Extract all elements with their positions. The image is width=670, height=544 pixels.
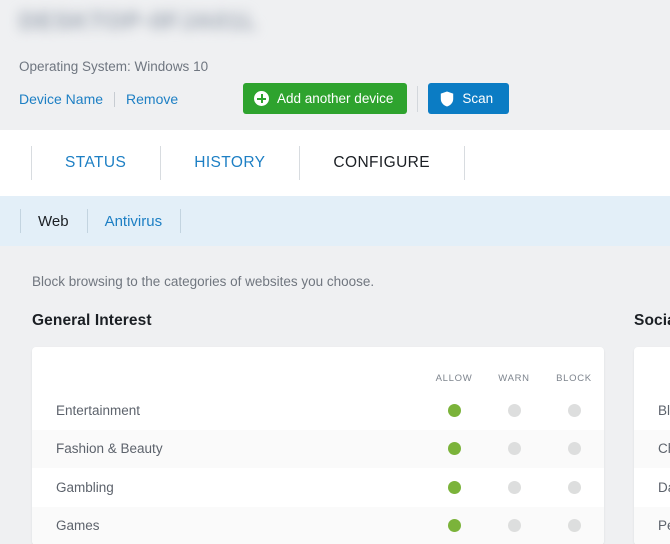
- sub-tabs: Web Antivirus: [0, 196, 670, 246]
- plus-circle-icon: [254, 91, 269, 106]
- radio-block[interactable]: [544, 442, 604, 456]
- radio-warn[interactable]: [484, 480, 544, 494]
- radio-selected-icon: [447, 403, 461, 417]
- subtab-antivirus[interactable]: Antivirus: [86, 196, 181, 246]
- radio-warn[interactable]: [484, 442, 544, 456]
- tab-configure-label: CONFIGURE: [333, 154, 430, 171]
- radio-unselected-icon: [567, 442, 581, 456]
- tab-status-label: STATUS: [65, 154, 127, 171]
- sub-tab-bar: Web Antivirus: [0, 196, 670, 246]
- category-row: Gambling: [32, 468, 604, 507]
- subtab-web-label: Web: [38, 212, 69, 230]
- category-card-header: ALLOWWARNBLOCK: [634, 347, 670, 391]
- radio-allow[interactable]: [424, 403, 484, 417]
- category-row: Dating: [634, 468, 670, 507]
- link-divider: [114, 91, 116, 107]
- add-another-device-button[interactable]: Add another device: [243, 83, 408, 114]
- primary-tabs: STATUS HISTORY CONFIGURE: [0, 130, 670, 201]
- intro-text: Block browsing to the categories of webs…: [32, 274, 375, 289]
- radio-selected-icon: [447, 519, 461, 533]
- category-group-title: Social: [634, 312, 670, 329]
- shield-icon: [441, 91, 454, 106]
- subtab-end-divider: [180, 196, 182, 246]
- category-group: Social ALLOWWARNBLOCK Blogs Chat Dating Perso…: [634, 312, 670, 544]
- radio-unselected-icon: [567, 519, 581, 533]
- category-group-grid: General Interest ALLOW WARN BLOCK Entertainm…: [32, 312, 670, 544]
- radio-unselected-icon: [567, 480, 581, 494]
- radio-warn[interactable]: [484, 403, 544, 417]
- button-divider: [417, 85, 419, 112]
- radio-warn[interactable]: [484, 519, 544, 533]
- category-row-label: Dating: [658, 479, 670, 495]
- radio-block[interactable]: [544, 519, 604, 533]
- category-row-label: Gambling: [56, 479, 114, 495]
- radio-selected-icon: [447, 442, 461, 456]
- column-header-allow: ALLOW: [435, 373, 473, 384]
- tab-history-label: HISTORY: [194, 154, 266, 171]
- category-row: Personals: [634, 506, 670, 544]
- category-row: Chat: [634, 429, 670, 468]
- category-card: ALLOWWARNBLOCK Blogs Chat Dating Personals: [634, 347, 670, 544]
- category-group-title: General Interest: [32, 312, 152, 329]
- radio-block[interactable]: [544, 480, 604, 494]
- configure-web-content: Block browsing to the categories of webs…: [0, 246, 670, 544]
- category-row-label: Games: [56, 518, 100, 534]
- radio-unselected-icon: [507, 403, 521, 417]
- category-row: Entertainment: [32, 391, 604, 430]
- category-card: ALLOW WARN BLOCK Entertainment Fashion & Bea…: [32, 347, 604, 544]
- radio-unselected-icon: [507, 519, 521, 533]
- radio-unselected-icon: [507, 480, 521, 494]
- device-action-links: Device Name Remove: [19, 89, 178, 109]
- subtab-web[interactable]: Web: [20, 196, 87, 246]
- category-card-header: ALLOW WARN BLOCK: [32, 347, 604, 391]
- primary-tab-bar: STATUS HISTORY CONFIGURE: [0, 130, 670, 201]
- category-row-label: Entertainment: [56, 402, 141, 418]
- add-another-device-label: Add another device: [277, 91, 394, 106]
- category-row-label: Fashion & Beauty: [56, 441, 163, 457]
- radio-allow[interactable]: [424, 519, 484, 533]
- subtab-antivirus-label: Antivirus: [104, 212, 163, 230]
- device-name-link[interactable]: Device Name: [19, 91, 103, 107]
- device-name-title: DESKTOP-0FJA01L: [19, 8, 258, 35]
- category-row: Fashion & Beauty: [32, 429, 604, 468]
- column-header-block: BLOCK: [556, 373, 592, 384]
- tab-end-divider: [464, 130, 465, 196]
- device-header: DESKTOP-0FJA01L Operating System: Window…: [0, 0, 670, 130]
- tab-status[interactable]: STATUS: [31, 130, 160, 196]
- radio-selected-icon: [447, 480, 461, 494]
- category-group: General Interest ALLOW WARN BLOCK Entertainm…: [32, 312, 604, 544]
- category-row: Games: [32, 506, 604, 544]
- scan-label: Scan: [462, 91, 494, 106]
- category-row-label: Chat: [658, 441, 670, 457]
- tab-configure[interactable]: CONFIGURE: [299, 130, 464, 201]
- radio-block[interactable]: [544, 403, 604, 417]
- category-row-label: Personals: [658, 518, 670, 534]
- column-header-warn: WARN: [498, 373, 530, 384]
- scan-button[interactable]: Scan: [428, 83, 510, 114]
- remove-link[interactable]: Remove: [126, 91, 178, 107]
- device-button-row: Add another device Scan: [243, 83, 510, 114]
- tab-history[interactable]: HISTORY: [160, 130, 299, 196]
- radio-allow[interactable]: [424, 480, 484, 494]
- radio-unselected-icon: [567, 403, 581, 417]
- radio-allow[interactable]: [424, 442, 484, 456]
- category-row: Blogs: [634, 391, 670, 430]
- category-row-label: Blogs: [658, 402, 670, 418]
- operating-system-label: Operating System: Windows 10: [19, 59, 209, 74]
- radio-unselected-icon: [507, 442, 521, 456]
